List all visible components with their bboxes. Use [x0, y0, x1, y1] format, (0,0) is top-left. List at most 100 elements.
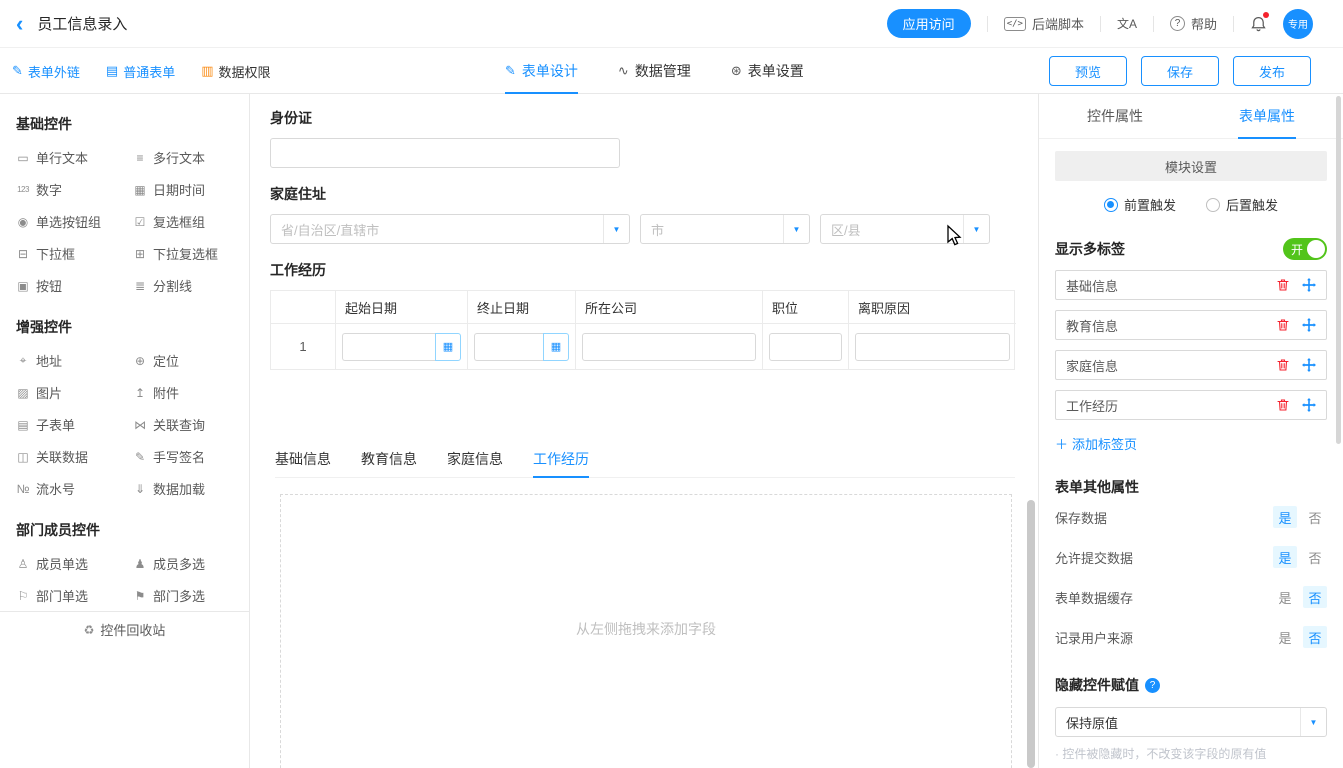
- save-button[interactable]: 保存: [1141, 56, 1219, 86]
- tab-form-design[interactable]: ✎ 表单设计: [505, 48, 578, 94]
- tab-form-settings[interactable]: ⊛ 表单设置: [731, 48, 804, 94]
- control-dept-single[interactable]: ⚐部门单选: [16, 586, 133, 605]
- control-recycle-bin[interactable]: ♻ 控件回收站: [0, 611, 249, 647]
- delete-tag-button[interactable]: [1276, 358, 1290, 372]
- notification-bell[interactable]: [1250, 15, 1267, 33]
- move-tag-handle[interactable]: [1302, 278, 1316, 292]
- post-trigger-radio[interactable]: 后置触发: [1206, 195, 1278, 214]
- control-divider[interactable]: ≣分割线: [133, 276, 233, 295]
- control-signature[interactable]: ✎手写签名: [133, 447, 233, 466]
- control-address[interactable]: ⌖地址: [16, 351, 133, 370]
- tab-form-properties[interactable]: 表单属性: [1191, 94, 1343, 138]
- yes-option[interactable]: 是: [1273, 546, 1297, 568]
- preview-button[interactable]: 预览: [1049, 56, 1127, 86]
- control-radio-group[interactable]: ◉单选按钮组: [16, 212, 133, 231]
- delete-tag-button[interactable]: [1276, 318, 1290, 332]
- control-button[interactable]: ▣按钮: [16, 276, 133, 295]
- control-datetime[interactable]: ▦日期时间: [133, 180, 233, 199]
- publish-button[interactable]: 发布: [1233, 56, 1311, 86]
- panel-scrollbar[interactable]: [1336, 96, 1341, 444]
- end-date-input[interactable]: [474, 333, 543, 361]
- tag-item-education-info[interactable]: 教育信息: [1055, 310, 1327, 340]
- company-input[interactable]: [582, 333, 756, 361]
- normal-form-link[interactable]: ▤ 普通表单: [106, 62, 175, 81]
- data-permission-link[interactable]: ▥ 数据权限: [201, 62, 270, 81]
- control-linked-data[interactable]: ◫关联数据: [16, 447, 133, 466]
- help-button[interactable]: ? 帮助: [1170, 14, 1217, 33]
- no-option[interactable]: 否: [1303, 626, 1327, 648]
- hidden-control-title-row: 隐藏控件赋值 ?: [1055, 675, 1327, 695]
- control-attachment[interactable]: ↥附件: [133, 383, 233, 402]
- canvas-tab-family-info[interactable]: 家庭信息: [447, 440, 503, 477]
- user-avatar[interactable]: 专用: [1283, 9, 1313, 39]
- data-load-icon: ⇓: [133, 482, 147, 496]
- city-select[interactable]: 市 ▼: [640, 214, 810, 244]
- control-multi-line-text[interactable]: ≡多行文本: [133, 148, 233, 167]
- canvas-tab-bar: 基础信息 教育信息 家庭信息 工作经历: [275, 440, 1015, 478]
- control-label: 下拉复选框: [153, 244, 218, 263]
- tab-control-properties[interactable]: 控件属性: [1039, 94, 1191, 138]
- control-single-line-text[interactable]: ▭单行文本: [16, 148, 133, 167]
- delete-tag-button[interactable]: [1276, 398, 1290, 412]
- control-dept-multi[interactable]: ⚑部门多选: [133, 586, 233, 605]
- trash-icon: [1276, 318, 1290, 332]
- backend-script-button[interactable]: </> 后端脚本: [1004, 14, 1084, 33]
- app-access-button[interactable]: 应用访问: [887, 9, 971, 38]
- control-checkbox-group[interactable]: ☑复选框组: [133, 212, 233, 231]
- control-location[interactable]: ⊕定位: [133, 351, 233, 370]
- hidden-value-select[interactable]: 保持原值 ▼: [1055, 707, 1327, 737]
- control-member-single[interactable]: ♙成员单选: [16, 554, 133, 573]
- multi-tab-toggle[interactable]: 开: [1283, 238, 1327, 260]
- start-date-calendar-button[interactable]: ▦: [435, 333, 461, 361]
- no-option[interactable]: 否: [1303, 586, 1327, 608]
- form-external-link[interactable]: ✎ 表单外链: [12, 62, 80, 81]
- tag-item-work-history[interactable]: 工作经历: [1055, 390, 1327, 420]
- control-image[interactable]: ▨图片: [16, 383, 133, 402]
- language-icon[interactable]: 文A: [1117, 15, 1137, 32]
- dropzone[interactable]: 从左侧拖拽来添加字段: [280, 494, 1012, 768]
- canvas-tab-basic-info[interactable]: 基础信息: [275, 440, 331, 477]
- field-idcard[interactable]: 身份证: [270, 108, 620, 168]
- tag-item-basic-info[interactable]: 基础信息: [1055, 270, 1327, 300]
- canvas-scrollbar[interactable]: [1027, 500, 1035, 768]
- tab-data-management[interactable]: ∿ 数据管理: [618, 48, 691, 94]
- control-subform[interactable]: ▤子表单: [16, 415, 133, 434]
- control-linked-query[interactable]: ⋈关联查询: [133, 415, 233, 434]
- no-option[interactable]: 否: [1303, 506, 1327, 528]
- help-circle-icon[interactable]: ?: [1145, 678, 1160, 693]
- start-date-input[interactable]: [342, 333, 435, 361]
- move-tag-handle[interactable]: [1302, 318, 1316, 332]
- number-icon: 123: [16, 185, 30, 194]
- control-dropdown-multi[interactable]: ⊞下拉复选框: [133, 244, 233, 263]
- checkbox-group-icon: ☑: [133, 215, 147, 229]
- tag-item-family-info[interactable]: 家庭信息: [1055, 350, 1327, 380]
- back-button[interactable]: ‹: [16, 13, 23, 35]
- yes-option[interactable]: 是: [1273, 626, 1297, 648]
- control-serial-number[interactable]: №流水号: [16, 479, 133, 498]
- control-number[interactable]: 123数字: [16, 180, 133, 199]
- move-tag-handle[interactable]: [1302, 398, 1316, 412]
- end-date-cell: ▦: [468, 323, 576, 369]
- add-tab-button[interactable]: ＋ 添加标签页: [1055, 434, 1327, 453]
- reason-input[interactable]: [855, 333, 1010, 361]
- end-date-calendar-button[interactable]: ▦: [543, 333, 569, 361]
- idcard-input[interactable]: [270, 138, 620, 168]
- module-settings-button[interactable]: 模块设置: [1055, 151, 1327, 181]
- control-dropdown[interactable]: ⊟下拉框: [16, 244, 133, 263]
- field-work-history[interactable]: 工作经历 起始日期 终止日期 所在公司 职位 离职原因 1 ▦: [270, 260, 1015, 370]
- field-address[interactable]: 家庭住址 省/自治区/直辖市 ▼ 市 ▼ 区/县 ▼: [270, 184, 990, 244]
- province-select[interactable]: 省/自治区/直辖市 ▼: [270, 214, 630, 244]
- position-input[interactable]: [769, 333, 842, 361]
- delete-tag-button[interactable]: [1276, 278, 1290, 292]
- move-tag-handle[interactable]: [1302, 358, 1316, 372]
- form-design-icon: ✎: [505, 63, 516, 79]
- yes-option[interactable]: 是: [1273, 506, 1297, 528]
- yes-option[interactable]: 是: [1273, 586, 1297, 608]
- canvas-tab-education-info[interactable]: 教育信息: [361, 440, 417, 477]
- pre-trigger-radio[interactable]: 前置触发: [1104, 195, 1176, 214]
- district-select[interactable]: 区/县 ▼: [820, 214, 990, 244]
- canvas-tab-work-history[interactable]: 工作经历: [533, 440, 589, 477]
- control-member-multi[interactable]: ♟成员多选: [133, 554, 233, 573]
- control-data-load[interactable]: ⇓数据加载: [133, 479, 233, 498]
- no-option[interactable]: 否: [1303, 546, 1327, 568]
